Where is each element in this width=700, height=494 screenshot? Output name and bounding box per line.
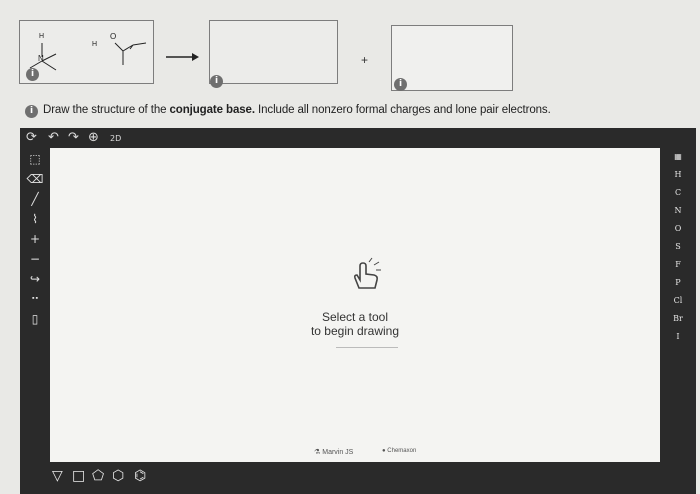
eraser-icon[interactable]: ⌫: [26, 172, 44, 186]
instruction-text: Draw the structure of the conjugate base…: [43, 104, 551, 116]
bracket-icon[interactable]: ▯: [26, 312, 44, 326]
empty-canvas-message-line1: Select a tool: [321, 310, 389, 324]
element-toolbar: ▦ H C N O S F P Cl Br I: [660, 148, 696, 466]
plus-charge-icon[interactable]: +: [26, 232, 44, 246]
atom-label-h2: H: [92, 41, 98, 48]
element-f[interactable]: F: [660, 260, 696, 270]
shapes-toolbar: ▽ □ ⬠ ⬡ ⌬: [20, 462, 696, 494]
square-icon[interactable]: □: [72, 468, 85, 484]
atom-label-n: N: [38, 54, 44, 63]
clean-2d-button[interactable]: 2D: [110, 131, 121, 147]
atom-label-o: O: [110, 32, 117, 41]
chain-icon[interactable]: ⌇: [26, 212, 44, 226]
pentagon-icon[interactable]: ⬠: [92, 468, 104, 484]
marvin-logo: ⚗ Marvin JS: [314, 449, 354, 456]
periodic-table-icon[interactable]: ▦: [660, 152, 696, 162]
plus-sign: +: [361, 53, 369, 67]
element-h[interactable]: H: [660, 170, 696, 180]
element-p[interactable]: P: [660, 278, 696, 288]
undo-icon[interactable]: ↶: [48, 130, 59, 146]
element-s[interactable]: S: [660, 242, 696, 252]
atom-label-h: H: [39, 33, 45, 40]
reactant-box: H N H O: [19, 20, 154, 84]
element-cl[interactable]: Cl: [660, 296, 696, 306]
info-icon[interactable]: i: [26, 68, 39, 81]
hexagon-icon[interactable]: ⬡: [112, 468, 124, 484]
benzene-icon[interactable]: ⌬: [134, 468, 146, 484]
new-canvas-icon[interactable]: ⟳: [26, 130, 37, 146]
select-tool-icon[interactable]: ⬚: [26, 152, 44, 166]
editor-top-toolbar: ⟳ ↶ ↷ ⊕ 2D: [20, 128, 696, 148]
element-c[interactable]: C: [660, 188, 696, 198]
product-box-2[interactable]: [391, 25, 513, 91]
element-o[interactable]: O: [660, 224, 696, 234]
info-icon[interactable]: i: [394, 78, 407, 91]
element-i[interactable]: I: [660, 332, 696, 342]
lone-pair-icon[interactable]: ⠒: [26, 292, 44, 306]
product-box-1[interactable]: [209, 20, 338, 84]
placeholder-divider: [336, 347, 398, 348]
redo-icon[interactable]: ↷: [68, 130, 79, 146]
editor-left-toolbar: ⬚ ⌫ ╱ ⌇ + − ↪ ⠒ ▯: [20, 148, 50, 466]
element-n[interactable]: N: [660, 206, 696, 216]
drawing-canvas[interactable]: Select a tool to begin drawing ⚗ Marvin …: [50, 148, 660, 462]
info-icon[interactable]: i: [25, 105, 38, 118]
element-br[interactable]: Br: [660, 314, 696, 324]
empty-canvas-message-line2: to begin drawing: [310, 324, 400, 338]
hand-pointer-icon: [353, 257, 381, 289]
chemaxon-logo: ● Chemaxon: [382, 448, 417, 454]
zoom-icon[interactable]: ⊕: [88, 130, 99, 146]
minus-charge-icon[interactable]: −: [26, 252, 44, 266]
triangle-icon[interactable]: ▽: [52, 468, 63, 484]
reaction-arrow: [166, 53, 199, 61]
single-bond-icon[interactable]: ╱: [26, 192, 44, 206]
info-icon[interactable]: i: [210, 75, 223, 88]
reactant-structure: [29, 42, 147, 71]
arrow-icon[interactable]: ↪: [26, 272, 44, 286]
